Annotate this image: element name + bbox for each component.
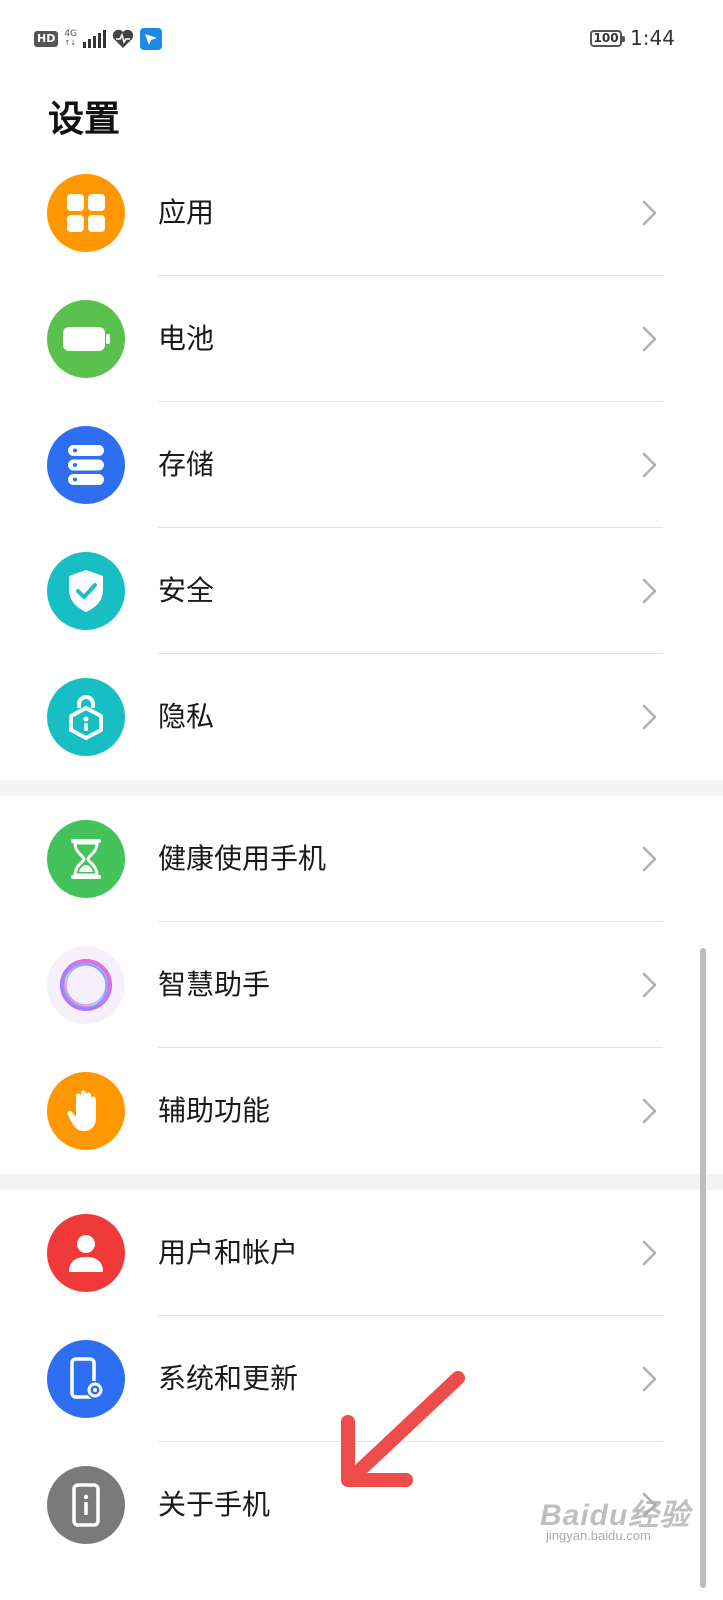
battery-icon [47, 300, 125, 378]
system-update-icon [47, 1340, 125, 1418]
storage-icon [47, 426, 125, 504]
settings-item-label: 安全 [158, 574, 215, 607]
settings-item-accessibility[interactable]: 辅助功能 [0, 1048, 723, 1174]
settings-item-battery[interactable]: 电池 [0, 276, 723, 402]
phone-info-icon [47, 1466, 125, 1544]
chevron-right-icon [642, 1366, 657, 1392]
chevron-right-icon [642, 846, 657, 872]
settings-item-label: 电池 [158, 322, 215, 355]
settings-item-label: 应用 [158, 196, 215, 229]
chevron-right-icon [642, 1240, 657, 1266]
chevron-right-icon [642, 972, 657, 998]
apps-icon [47, 174, 125, 252]
scrollbar[interactable] [700, 948, 706, 1588]
clock: 1:44 [630, 26, 675, 50]
status-right: 100 1:44 [590, 26, 675, 50]
settings-item-label: 隐私 [158, 700, 215, 733]
settings-item-label: 系统和更新 [158, 1362, 299, 1395]
privacy-lock-icon [47, 678, 125, 756]
chevron-right-icon [642, 578, 657, 604]
group-separator [0, 780, 723, 796]
settings-item-label: 辅助功能 [158, 1094, 271, 1127]
chevron-right-icon [642, 452, 657, 478]
settings-item-label: 存储 [158, 448, 215, 481]
shield-icon [47, 552, 125, 630]
assistant-ring-icon [47, 946, 125, 1024]
status-left: HD 4G ↑↓ [34, 28, 163, 50]
settings-item-label: 智慧助手 [158, 968, 271, 1001]
page-title: 设置 [48, 99, 121, 140]
chevron-right-icon [642, 326, 657, 352]
hd-indicator: HD [34, 31, 59, 47]
settings-item-label: 健康使用手机 [158, 842, 327, 875]
chevron-right-icon [642, 704, 657, 730]
settings-group-1: 应用 电池 存储 安全 隐私 [0, 150, 723, 780]
user-icon [47, 1214, 125, 1292]
hourglass-icon [47, 820, 125, 898]
baidu-jingyan-watermark: Baidu经验 jingyan.baidu.com [540, 1490, 690, 1543]
settings-item-apps[interactable]: 应用 [0, 150, 723, 276]
settings-item-privacy[interactable]: 隐私 [0, 654, 723, 780]
settings-item-digital-balance[interactable]: 健康使用手机 [0, 796, 723, 922]
hand-icon [47, 1072, 125, 1150]
watermark-site: jingyan.baidu.com [546, 1528, 651, 1543]
settings-group-2: 健康使用手机 智慧助手 辅助功能 [0, 796, 723, 1174]
settings-item-smart-assistant[interactable]: 智慧助手 [0, 922, 723, 1048]
network-type: 4G ↑↓ [64, 29, 78, 48]
settings-item-users-accounts[interactable]: 用户和帐户 [0, 1190, 723, 1316]
health-heart-icon [112, 29, 134, 48]
chevron-right-icon [642, 200, 657, 226]
status-bar: HD 4G ↑↓ 100 1:44 [0, 0, 723, 80]
app-notification-icon [140, 28, 163, 50]
group-separator [0, 1174, 723, 1190]
battery-indicator: 100 [590, 29, 626, 47]
network-type-label: 4G [64, 29, 78, 39]
signal-icon [83, 30, 107, 48]
annotation-arrow-icon [341, 1371, 465, 1487]
settings-item-security[interactable]: 安全 [0, 528, 723, 654]
settings-item-storage[interactable]: 存储 [0, 402, 723, 528]
chevron-right-icon [642, 1098, 657, 1124]
settings-item-label: 用户和帐户 [158, 1236, 299, 1269]
settings-item-label: 关于手机 [158, 1488, 271, 1521]
